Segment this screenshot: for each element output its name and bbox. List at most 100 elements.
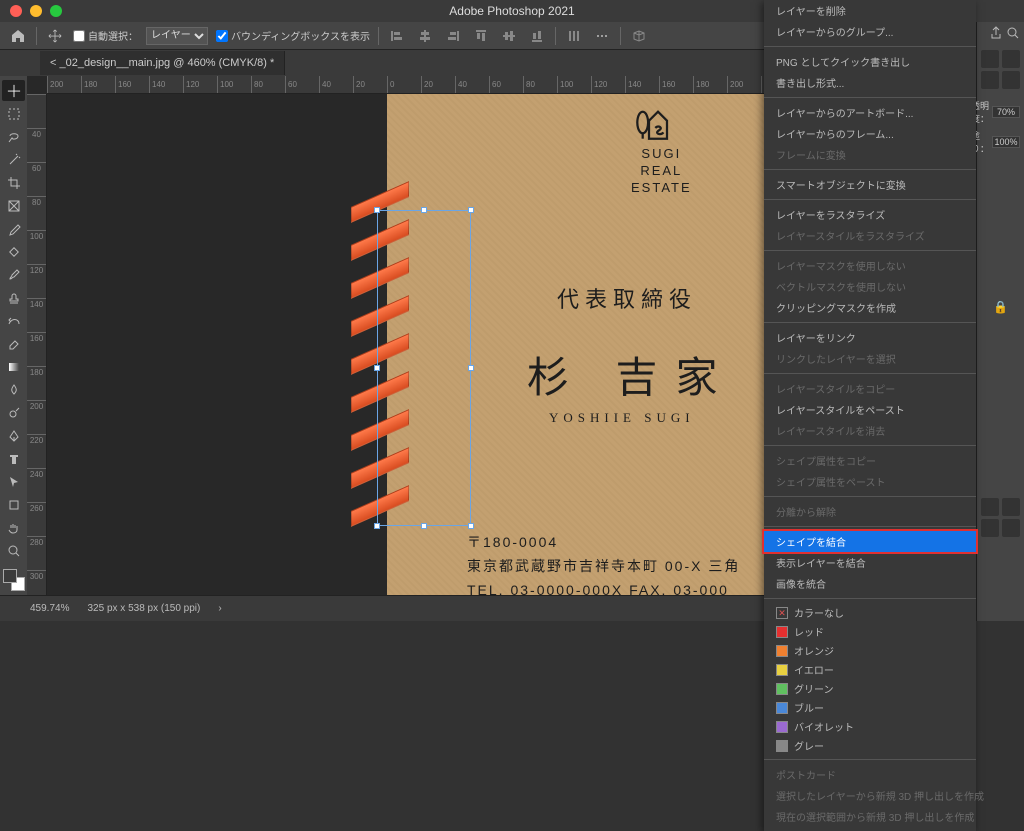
context-menu-item[interactable]: 画像を統合 — [764, 573, 976, 594]
context-menu-item: レイヤースタイルを消去 — [764, 420, 976, 441]
foreground-color-swatch[interactable] — [3, 569, 17, 583]
context-menu-item[interactable]: シェイプを結合 — [764, 531, 976, 552]
lock-icon[interactable]: 🔒 — [981, 300, 1020, 314]
healing-tool-icon[interactable] — [2, 241, 25, 262]
search-icon[interactable] — [1006, 26, 1020, 40]
separator — [36, 27, 37, 45]
path-selection-tool-icon[interactable] — [2, 471, 25, 492]
history-brush-tool-icon[interactable] — [2, 310, 25, 331]
distribute-icon[interactable] — [564, 26, 584, 46]
opacity-input[interactable] — [992, 106, 1020, 118]
context-menu-item: フレームに変換 — [764, 144, 976, 165]
eyedropper-tool-icon[interactable] — [2, 218, 25, 239]
home-icon[interactable] — [8, 26, 28, 46]
chevron-right-icon[interactable]: › — [218, 603, 221, 614]
align-left-icon[interactable] — [387, 26, 407, 46]
context-menu-color-item[interactable]: ブルー — [764, 698, 976, 717]
panel-icon[interactable] — [1002, 50, 1020, 68]
align-vcenter-icon[interactable] — [499, 26, 519, 46]
lasso-tool-icon[interactable] — [2, 126, 25, 147]
logo-text-line: ESTATE — [631, 179, 692, 196]
context-menu-item[interactable]: レイヤースタイルをペースト — [764, 399, 976, 420]
stamp-tool-icon[interactable] — [2, 287, 25, 308]
zoom-tool-icon[interactable] — [2, 540, 25, 561]
marquee-tool-icon[interactable] — [2, 103, 25, 124]
right-panels-column: 透明度： 塗り： 🔒 — [976, 22, 1024, 621]
minimize-window-button[interactable] — [30, 5, 42, 17]
type-tool-icon[interactable] — [2, 448, 25, 469]
role-text: 代表取締役 — [557, 282, 697, 314]
panel-icon[interactable] — [981, 498, 999, 516]
rectangle-tool-icon[interactable] — [2, 494, 25, 515]
address-block: 〒180-0004 東京都武蔵野市吉祥寺本町 00-X 三角 TEL. 03-0… — [467, 530, 740, 595]
crop-tool-icon[interactable] — [2, 172, 25, 193]
auto-select-target-dropdown[interactable]: レイヤー — [146, 27, 208, 45]
name-en-text: YOSHIIE SUGI — [549, 410, 695, 426]
context-menu-item: 分離から解除 — [764, 501, 976, 522]
move-tool-icon — [45, 26, 65, 46]
context-menu-color-item[interactable]: ✕カラーなし — [764, 603, 976, 622]
context-menu-color-item[interactable]: イエロー — [764, 660, 976, 679]
context-menu-item: ベクトルマスクを使用しない — [764, 276, 976, 297]
business-card-artwork: SUGI REAL ESTATE 代表取締役 杉 吉家 YOSHIIE SUGI… — [387, 94, 787, 595]
context-menu-item[interactable]: レイヤーからのアートボード... — [764, 102, 976, 123]
address-text: 東京都武蔵野市吉祥寺本町 00-X 三角 — [467, 554, 740, 578]
context-menu-item[interactable]: 書き出し形式... — [764, 72, 976, 93]
align-top-icon[interactable] — [471, 26, 491, 46]
context-menu-item[interactable]: レイヤーからのグループ... — [764, 21, 976, 42]
magic-wand-tool-icon[interactable] — [2, 149, 25, 170]
context-menu-color-item[interactable]: グリーン — [764, 679, 976, 698]
show-bounding-box-checkbox[interactable]: バウンディングボックスを表示 — [216, 28, 370, 43]
context-menu-color-item[interactable]: バイオレット — [764, 717, 976, 736]
context-menu-item: 選択したレイヤーから新規 3D 押し出しを作成 — [764, 785, 976, 806]
context-menu-item[interactable]: スマートオブジェクトに変換 — [764, 174, 976, 195]
close-window-button[interactable] — [10, 5, 22, 17]
hand-tool-icon[interactable] — [2, 517, 25, 538]
context-menu-item: レイヤースタイルをコピー — [764, 378, 976, 399]
document-tab[interactable]: < _02_design__main.jpg @ 460% (CMYK/8) * — [40, 51, 285, 75]
logo-text-line: REAL — [631, 162, 692, 179]
zoom-level[interactable]: 459.74% — [30, 603, 69, 614]
panel-icon[interactable] — [981, 50, 999, 68]
panel-icon[interactable] — [1002, 519, 1020, 537]
eraser-tool-icon[interactable] — [2, 333, 25, 354]
panel-icon[interactable] — [1002, 498, 1020, 516]
panel-icon[interactable] — [1002, 71, 1020, 89]
context-menu-item[interactable]: レイヤーからのフレーム... — [764, 123, 976, 144]
3d-mode-icon[interactable] — [629, 26, 649, 46]
align-right-icon[interactable] — [443, 26, 463, 46]
pen-tool-icon[interactable] — [2, 425, 25, 446]
align-hcenter-icon[interactable] — [415, 26, 435, 46]
context-menu-item[interactable]: クリッピングマスクを作成 — [764, 297, 976, 318]
context-menu-color-item[interactable]: レッド — [764, 622, 976, 641]
context-menu-item[interactable]: レイヤーをリンク — [764, 327, 976, 348]
opacity-field[interactable]: 透明度： — [971, 99, 1020, 125]
blur-tool-icon[interactable] — [2, 379, 25, 400]
context-menu-item[interactable]: PNG としてクイック書き出し — [764, 51, 976, 72]
vertical-ruler: 4060801001201401601802002202402602803003… — [27, 94, 47, 595]
fill-input[interactable] — [992, 136, 1020, 148]
share-icon[interactable] — [989, 26, 1003, 40]
more-options-icon[interactable] — [592, 26, 612, 46]
color-swatches[interactable] — [3, 569, 25, 591]
fill-field[interactable]: 塗り： — [971, 129, 1020, 155]
dodge-tool-icon[interactable] — [2, 402, 25, 423]
brush-tool-icon[interactable] — [2, 264, 25, 285]
panel-icon[interactable] — [981, 519, 999, 537]
context-menu-item[interactable]: レイヤーを削除 — [764, 0, 976, 21]
context-menu-color-item[interactable]: オレンジ — [764, 641, 976, 660]
move-tool-icon[interactable] — [2, 80, 25, 101]
context-menu-item: シェイプ属性をペースト — [764, 471, 976, 492]
context-menu-item[interactable]: 表示レイヤーを結合 — [764, 552, 976, 573]
frame-tool-icon[interactable] — [2, 195, 25, 216]
gradient-tool-icon[interactable] — [2, 356, 25, 377]
context-menu-item[interactable]: レイヤーをラスタライズ — [764, 204, 976, 225]
context-menu-color-item[interactable]: グレー — [764, 736, 976, 755]
separator — [378, 27, 379, 45]
tel-fax-text: TEL. 03-0000-000X FAX. 03-000 — [467, 578, 740, 595]
context-menu-item: レイヤースタイルをラスタライズ — [764, 225, 976, 246]
auto-select-checkbox[interactable]: 自動選択： — [73, 28, 138, 43]
panel-icon[interactable] — [981, 71, 999, 89]
fullscreen-window-button[interactable] — [50, 5, 62, 17]
align-bottom-icon[interactable] — [527, 26, 547, 46]
